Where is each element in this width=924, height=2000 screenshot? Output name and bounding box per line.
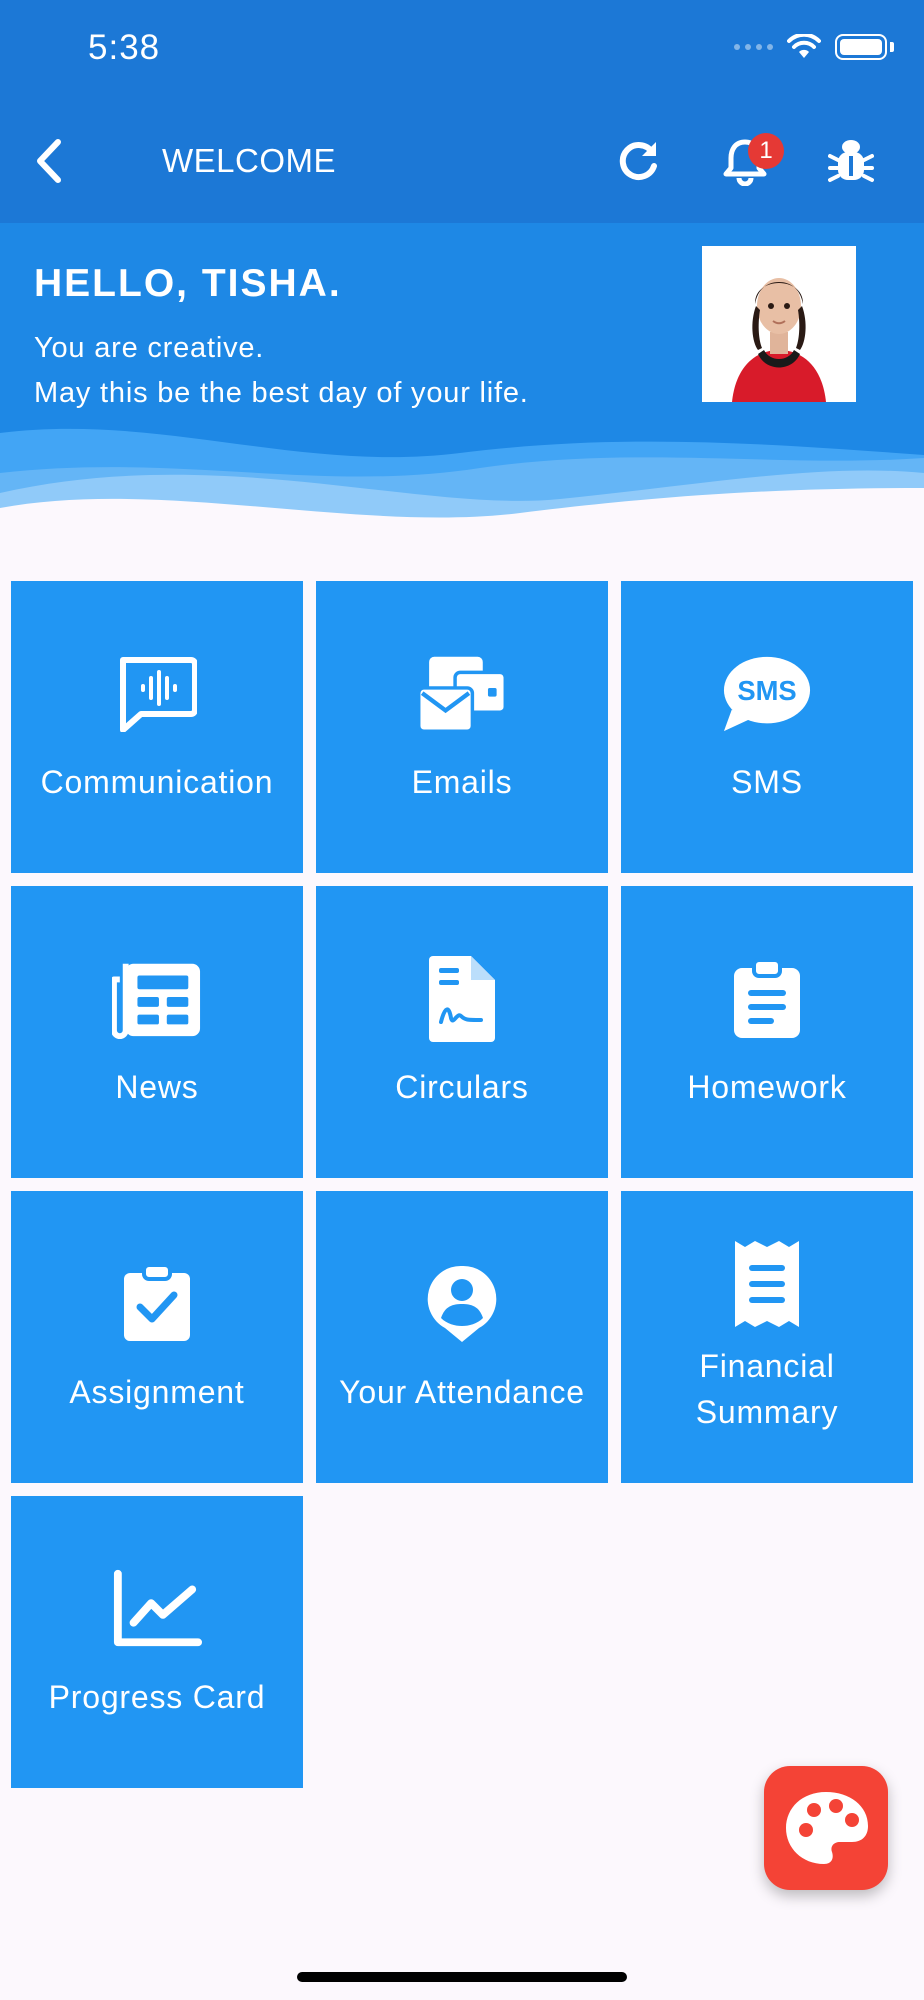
line-chart-icon [112,1564,202,1654]
tile-label: News [115,1069,199,1105]
tile-label: Circulars [395,1069,529,1105]
clipboard-list-icon [722,954,812,1044]
profile-photo[interactable] [702,246,856,402]
tile-homework[interactable]: Homework [621,886,913,1178]
tile-label: Assignment [69,1374,245,1410]
tile-progress-card[interactable]: Progress Card [11,1496,303,1788]
debug-button[interactable] [828,136,878,186]
greeting-title: HELLO, TISHA. [34,262,342,305]
sms-bubble-icon: SMS [722,649,812,739]
user-pin-icon [417,1259,507,1349]
tile-label: Homework [687,1069,847,1105]
theme-button[interactable] [764,1766,888,1890]
tile-circulars[interactable]: Circulars [316,886,608,1178]
greeting-line-1: You are creative. [34,332,265,364]
notification-badge: 1 [748,133,784,169]
refresh-button[interactable] [614,136,664,186]
tile-label: SMS [731,764,803,800]
greeting-line-2: May this be the best day of your life. [34,377,529,409]
mail-stack-icon [417,649,507,739]
tile-your-attendance[interactable]: Your Attendance [316,1191,608,1483]
clipboard-check-icon [112,1259,202,1349]
cellular-signal-icon [734,44,773,50]
chevron-left-icon [37,139,61,183]
tile-financial-summary[interactable]: Financial Summary [621,1191,913,1483]
home-indicator[interactable] [297,1972,627,1982]
tile-communication[interactable]: Communication [11,581,303,873]
tile-emails[interactable]: Emails [316,581,608,873]
palette-icon [786,1792,868,1864]
bug-icon [828,140,874,182]
tile-news[interactable]: News [11,886,303,1178]
battery-cap [890,42,894,52]
page-title: WELCOME [162,142,337,179]
tile-label: Your Attendance [339,1374,585,1410]
status-time: 5:38 [88,28,161,67]
student-portrait [702,246,856,402]
tile-label: Communication [40,764,274,800]
audio-chat-icon [112,649,202,739]
tile-label: Financial Summary [695,1348,839,1430]
signed-document-icon [417,954,507,1044]
svg-text:SMS: SMS [737,675,796,706]
newspaper-icon [112,954,202,1044]
back-button[interactable] [30,136,70,186]
tile-sms[interactable]: SMS SMS [621,581,913,873]
tile-label: Progress Card [48,1679,266,1715]
tile-label: Emails [411,764,513,800]
wifi-icon [787,34,821,58]
battery-icon [835,34,887,60]
tile-assignment[interactable]: Assignment [11,1191,303,1483]
refresh-icon [619,142,657,181]
status-indicators [734,34,894,60]
receipt-icon [722,1239,812,1329]
